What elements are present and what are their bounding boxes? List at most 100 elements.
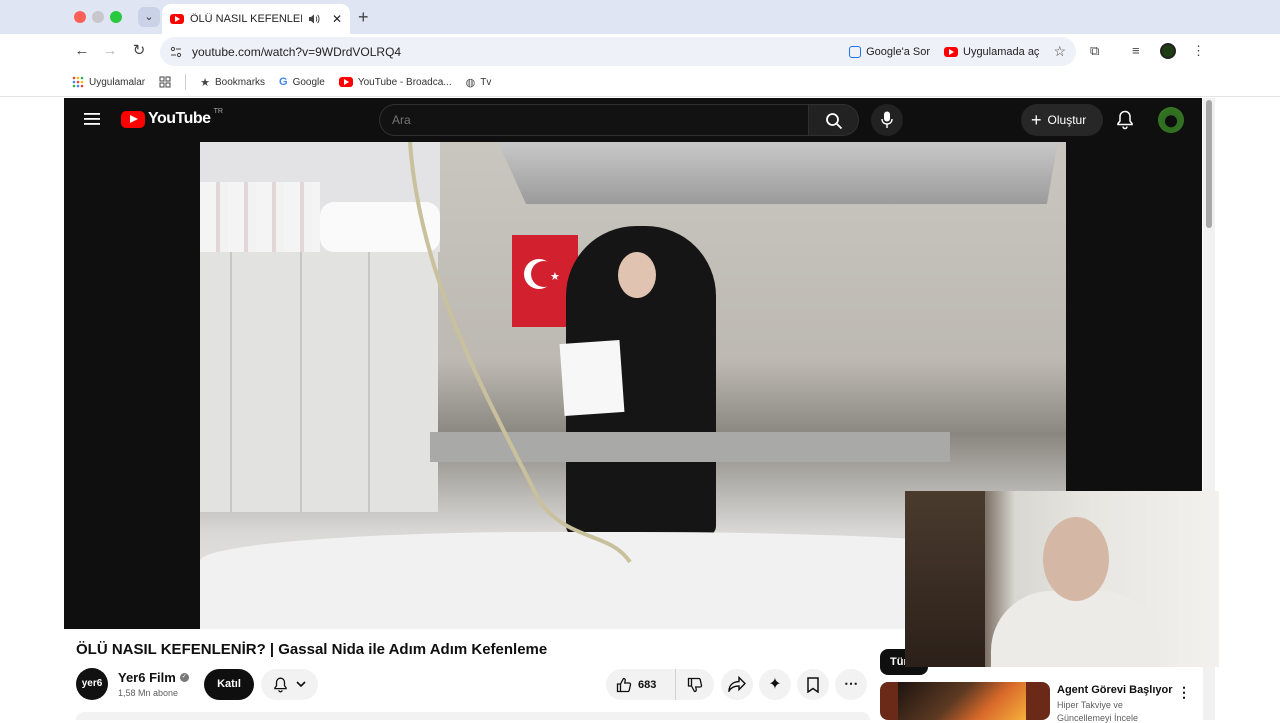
extensions-icon[interactable]: ⧉	[1090, 43, 1099, 59]
recommendation-thumbnail[interactable]	[880, 682, 1050, 720]
voice-search-button[interactable]	[871, 104, 903, 136]
like-button[interactable]: 683	[606, 669, 676, 700]
channel-name[interactable]: Yer6 Film	[118, 670, 176, 685]
webcam-overlay	[905, 491, 1219, 667]
tab-groups-icon	[159, 76, 171, 88]
open-in-app-button[interactable]: Uygulamada aç	[944, 46, 1039, 58]
kebab-menu-icon[interactable]: ⋮	[1192, 43, 1205, 59]
youtube-bookmark-icon	[338, 77, 353, 87]
tab-search-button[interactable]: ⌄	[138, 7, 160, 27]
chevron-down-icon	[296, 681, 306, 688]
open-in-app-label: Uygulamada aç	[963, 45, 1040, 58]
description-box[interactable]	[76, 712, 870, 720]
search-button[interactable]	[809, 104, 859, 136]
more-horizontal-icon: ⋯	[844, 675, 858, 691]
bookmark-google-label: Google	[292, 76, 325, 88]
close-window-button[interactable]	[74, 11, 86, 23]
dislike-button[interactable]	[676, 677, 714, 693]
like-dislike-group: 683	[606, 669, 714, 700]
thumbs-down-icon	[687, 677, 703, 692]
channel-avatar[interactable]: yer6	[76, 668, 108, 700]
video-title: ÖLÜ NASIL KEFENLENİR? | Gassal Nida ile …	[76, 641, 548, 658]
bookmark-google[interactable]: G Google	[279, 76, 325, 88]
thumbs-up-icon	[616, 677, 632, 692]
recommendation-channel: Hiper Takviye ve	[1057, 700, 1123, 710]
country-code: TR	[213, 107, 223, 115]
join-button[interactable]: Katıl	[204, 669, 254, 700]
bookmark-youtube-label: YouTube - Broadca...	[357, 76, 452, 88]
new-tab-button[interactable]: +	[358, 7, 369, 27]
bookmark-bookmarks-label: Bookmarks	[215, 76, 266, 88]
recommendation-menu-icon[interactable]: ⋮	[1177, 684, 1191, 701]
bookmark-apps-label: Uygulamalar	[89, 76, 146, 88]
bookmark-star-icon[interactable]: ☆	[1053, 43, 1066, 60]
bookmark-icon	[807, 677, 819, 693]
create-label: Oluştur	[1047, 113, 1087, 127]
recommendation-title[interactable]: Agent Görevi Başlıyor	[1057, 684, 1173, 696]
media-controls-icon[interactable]: ≡	[1132, 43, 1140, 58]
browser-toolbar: ← → ↻ youtube.com/watch?v=9WDrdVOLRQ4 Go…	[0, 34, 1280, 68]
bookmark-tv[interactable]: ◍ Tv	[466, 76, 492, 89]
account-avatar[interactable]	[1158, 107, 1184, 133]
youtube-masthead: YouTube TR + Oluştur	[64, 98, 1202, 142]
hose-pipe	[408, 142, 632, 564]
google-g-icon: G	[279, 76, 288, 88]
youtube-logo[interactable]: YouTube TR	[121, 107, 223, 128]
profile-avatar[interactable]	[1160, 43, 1176, 59]
share-icon	[728, 676, 746, 692]
verified-check-icon: ✓	[179, 673, 189, 682]
bookmarks-divider	[185, 74, 187, 90]
back-icon[interactable]: ←	[72, 42, 92, 60]
url-text[interactable]: youtube.com/watch?v=9WDrdVOLRQ4	[192, 45, 401, 59]
maximize-window-button[interactable]	[110, 11, 122, 23]
share-button[interactable]	[721, 669, 753, 700]
site-settings-icon[interactable]	[170, 46, 182, 58]
chevron-down-icon: ⌄	[144, 11, 154, 23]
reload-icon[interactable]: ↻	[129, 42, 149, 60]
search-box[interactable]	[379, 104, 809, 136]
microphone-icon	[881, 111, 893, 128]
close-tab-icon[interactable]: ✕	[332, 12, 342, 26]
save-button[interactable]	[797, 669, 829, 700]
channel-name-row[interactable]: Yer6 Film ✓	[118, 670, 189, 685]
youtube-logo-text: YouTube	[148, 110, 211, 127]
minimize-window-button[interactable]	[92, 11, 104, 23]
bookmark-bookmarks[interactable]: ★ Bookmarks	[200, 76, 265, 89]
more-actions-button[interactable]: ⋯	[835, 669, 867, 700]
youtube-app-icon	[944, 46, 958, 57]
search-icon	[826, 113, 843, 130]
bookmark-apps[interactable]: Uygulamalar	[72, 76, 145, 88]
ask-ai-button[interactable]: ✦	[759, 669, 791, 700]
tab-title: ÖLÜ NASIL KEFENLENİR? | Gassal Nida ile …	[190, 13, 302, 25]
webcam-person-head	[1043, 517, 1109, 601]
ask-google-label: Google'a Sor	[866, 45, 930, 58]
google-lens-icon	[849, 45, 862, 58]
ask-google-button[interactable]: Google'a Sor	[849, 45, 930, 58]
create-button[interactable]: + Oluştur	[1021, 104, 1103, 136]
webcam-background-shelf	[905, 491, 985, 667]
scrollbar-thumb[interactable]	[1206, 100, 1212, 228]
notifications-bell-icon[interactable]	[1116, 110, 1134, 130]
speaker-icon[interactable]	[308, 13, 320, 25]
subscriber-count: 1,58 Mn abone	[118, 688, 179, 698]
browser-tab-active[interactable]: ÖLÜ NASIL KEFENLENİR? | Gassal Nida ile …	[162, 4, 350, 34]
address-bar[interactable]: youtube.com/watch?v=9WDrdVOLRQ4 Google'a…	[160, 37, 1076, 66]
like-count: 683	[638, 678, 657, 691]
bell-icon	[274, 677, 287, 692]
bookmarks-bar: Uygulamalar ★ Bookmarks G Google YouTube…	[0, 68, 1280, 97]
subscribe-notification-button[interactable]	[261, 669, 318, 700]
apps-grid-icon	[72, 76, 84, 88]
bookmark-tv-label: Tv	[480, 76, 492, 88]
youtube-favicon-icon	[170, 14, 184, 24]
browser-tab-bar: ⌄ ÖLÜ NASIL KEFENLENİR? | Gassal Nida il…	[0, 0, 1280, 34]
sparkle-icon: ✦	[768, 676, 782, 693]
bookmark-youtube[interactable]: YouTube - Broadca...	[338, 76, 452, 88]
hamburger-menu-icon[interactable]	[84, 112, 100, 126]
globe-icon: ◍	[465, 76, 476, 89]
plus-icon: +	[1031, 110, 1042, 130]
forward-icon[interactable]: →	[100, 42, 120, 60]
recommendation-meta: Güncellemeyi İncele	[1057, 713, 1139, 723]
youtube-play-logo-icon	[121, 110, 145, 128]
search-input[interactable]	[380, 105, 808, 135]
tab-groups-button[interactable]	[159, 76, 171, 88]
